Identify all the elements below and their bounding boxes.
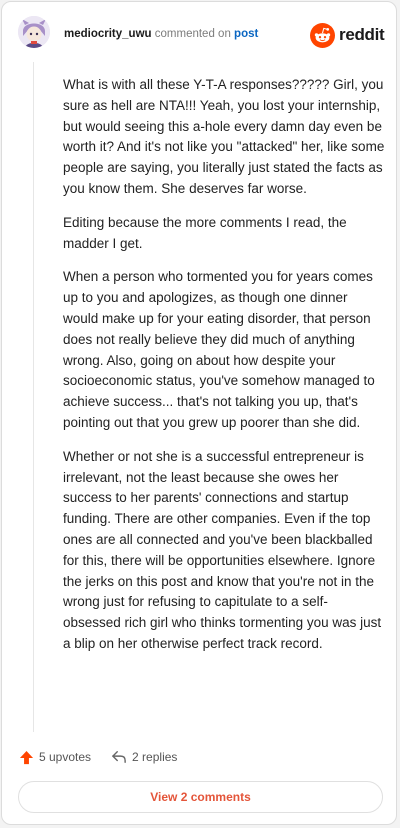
replies-button[interactable]: 2 replies (111, 750, 177, 764)
comment-actions: 5 upvotes 2 replies (19, 746, 177, 768)
username[interactable]: mediocrity_uwu (64, 28, 152, 40)
action-text: commented on (154, 28, 231, 40)
reddit-logo-icon (310, 22, 335, 48)
comment-meta: mediocrity_uwu commented on post (64, 27, 258, 41)
user-avatar[interactable] (18, 16, 50, 48)
comment-paragraph: When a person who tormented you for year… (63, 269, 375, 430)
reddit-logo[interactable]: reddit (310, 22, 385, 48)
view-comments-button[interactable]: View 2 comments (18, 781, 383, 813)
reddit-wordmark: reddit (339, 25, 385, 44)
avatar-illustration-icon (18, 16, 50, 48)
comment-body: What is with all these Y-T-A responses??… (63, 75, 385, 668)
upvote-count: 5 upvotes (39, 750, 92, 764)
upvote-button[interactable]: 5 upvotes (19, 750, 91, 765)
upvote-arrow-icon (19, 750, 34, 764)
comment-header: mediocrity_uwu commented on post reddit (2, 2, 396, 62)
post-link[interactable]: post (234, 28, 258, 40)
comment-paragraph: What is with all these Y-T-A responses??… (63, 77, 385, 196)
comment-paragraph: Editing because the more comments I read… (63, 214, 347, 251)
reply-arrow-icon (112, 751, 126, 763)
comment-paragraph: Whether or not she is a successful entre… (63, 448, 382, 651)
thread-line (33, 62, 34, 732)
replies-count: 2 replies (132, 750, 178, 764)
comment-card: mediocrity_uwu commented on post reddit … (1, 1, 397, 825)
